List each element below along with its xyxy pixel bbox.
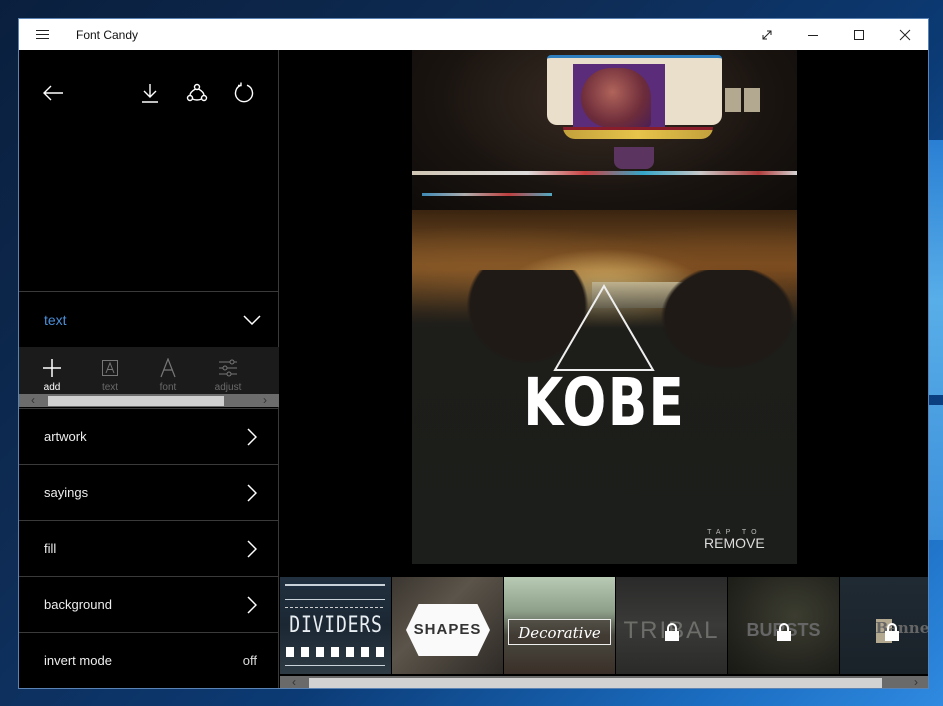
- hamburger-menu-button[interactable]: [19, 19, 65, 50]
- gallery-item-label: DIVIDERS: [288, 613, 383, 638]
- hamburger-icon: [35, 34, 49, 35]
- photo-lights: [422, 193, 552, 196]
- window-controls: [744, 19, 928, 50]
- tap-to-remove-button[interactable]: TAP TO REMOVE: [704, 529, 765, 551]
- triangle-artwork[interactable]: [552, 283, 656, 373]
- gallery-item-tribal[interactable]: TRIBAL: [616, 577, 727, 674]
- tool-adjust-label: adjust: [214, 382, 242, 393]
- menu-item-background[interactable]: background: [19, 576, 279, 632]
- close-icon: [899, 29, 911, 40]
- text-tools-row: add text font adjust ‹ ›: [19, 347, 279, 407]
- tool-text-label: text: [101, 382, 119, 393]
- gallery-scrollbar-thumb[interactable]: [309, 678, 882, 688]
- download-icon: [142, 84, 158, 103]
- artwork-gallery: DIVIDERS SHAPES Decorative TRIBAL BURSTS…: [280, 575, 928, 688]
- text-section-label: text: [44, 311, 67, 328]
- gallery-item-label: Decorative: [518, 623, 601, 642]
- refresh-button[interactable]: [227, 76, 261, 110]
- invert-mode-value[interactable]: off: [243, 653, 257, 668]
- photo-banners: [725, 88, 785, 118]
- chevron-right-icon: [247, 427, 257, 446]
- download-button[interactable]: [133, 76, 167, 110]
- menu-item-artwork[interactable]: artwork: [19, 408, 279, 464]
- lock-icon: [664, 623, 679, 641]
- gallery-item-bursts[interactable]: BURSTS: [728, 577, 839, 674]
- share-button[interactable]: [180, 76, 214, 110]
- menu-item-label: invert mode: [44, 653, 112, 668]
- action-bar: [19, 76, 279, 110]
- scroll-right-icon[interactable]: ›: [263, 393, 267, 407]
- fullscreen-button[interactable]: [744, 19, 790, 50]
- scroll-right-icon[interactable]: ›: [914, 675, 918, 688]
- title-bar: Font Candy: [19, 19, 928, 50]
- tool-adjust[interactable]: adjust: [198, 357, 258, 397]
- app-title: Font Candy: [76, 27, 139, 42]
- share-icon: [186, 83, 208, 102]
- refresh-icon: [234, 82, 254, 103]
- gallery-scrollbar[interactable]: ‹ ›: [280, 675, 928, 688]
- tool-text[interactable]: text: [80, 357, 140, 397]
- tool-font-label: font: [159, 382, 177, 393]
- chevron-right-icon: [247, 483, 257, 502]
- gallery-item-decorative[interactable]: Decorative: [504, 577, 615, 674]
- gallery-item-label: SHAPES: [413, 621, 482, 638]
- desktop-background-detail: [928, 395, 943, 405]
- menu-item-label: artwork: [44, 429, 87, 444]
- photo-lights: [412, 171, 797, 175]
- tools-scrollbar-thumb[interactable]: [48, 396, 224, 406]
- chevron-right-icon: [247, 539, 257, 558]
- menu-item-label: fill: [44, 541, 57, 556]
- menu-item-fill[interactable]: fill: [19, 520, 279, 576]
- scroll-left-icon[interactable]: ‹: [31, 393, 35, 407]
- photo-canvas[interactable]: KOBE TAP TO REMOVE: [412, 50, 797, 564]
- menu-item-label: background: [44, 597, 112, 612]
- tools-scrollbar[interactable]: ‹ ›: [19, 393, 279, 407]
- text-section-header[interactable]: text: [19, 291, 279, 347]
- back-button[interactable]: [36, 76, 70, 110]
- tool-add-label: add: [43, 382, 61, 393]
- minimize-icon: [808, 34, 818, 36]
- maximize-icon: [854, 29, 864, 40]
- lock-icon: [776, 623, 791, 641]
- tool-font[interactable]: font: [138, 357, 198, 397]
- back-arrow-icon: [43, 85, 63, 101]
- menu-item-invert-mode[interactable]: invert mode off: [19, 632, 279, 688]
- maximize-button[interactable]: [836, 19, 882, 50]
- text-box-icon: [102, 360, 118, 376]
- gallery-item-banners[interactable]: Banners: [840, 577, 928, 674]
- chevron-down-icon: [243, 314, 261, 325]
- photo-scoreboard: [547, 50, 722, 169]
- gallery-item-shapes[interactable]: SHAPES: [392, 577, 503, 674]
- scroll-left-icon[interactable]: ‹: [292, 675, 296, 688]
- chevron-right-icon: [247, 595, 257, 614]
- left-panel: text add text font adjust ‹ › artwork sa…: [19, 50, 279, 688]
- fullscreen-icon: [762, 30, 772, 39]
- app-content: text add text font adjust ‹ › artwork sa…: [19, 50, 928, 688]
- app-window: Font Candy text add text font adjust ‹ ›…: [18, 18, 929, 689]
- tool-add[interactable]: add: [22, 357, 82, 397]
- close-button[interactable]: [882, 19, 928, 50]
- minimize-button[interactable]: [790, 19, 836, 50]
- sliders-icon: [219, 359, 237, 377]
- plus-icon: [43, 359, 61, 377]
- tap-to-remove-line2: REMOVE: [704, 535, 765, 551]
- menu-item-label: sayings: [44, 485, 89, 500]
- lock-icon: [885, 623, 899, 641]
- font-a-icon: [160, 358, 176, 378]
- gallery-item-dividers[interactable]: DIVIDERS: [280, 577, 391, 674]
- menu-item-sayings[interactable]: sayings: [19, 464, 279, 520]
- canvas-area: KOBE TAP TO REMOVE: [280, 50, 928, 575]
- overlay-text[interactable]: KOBE: [454, 370, 754, 436]
